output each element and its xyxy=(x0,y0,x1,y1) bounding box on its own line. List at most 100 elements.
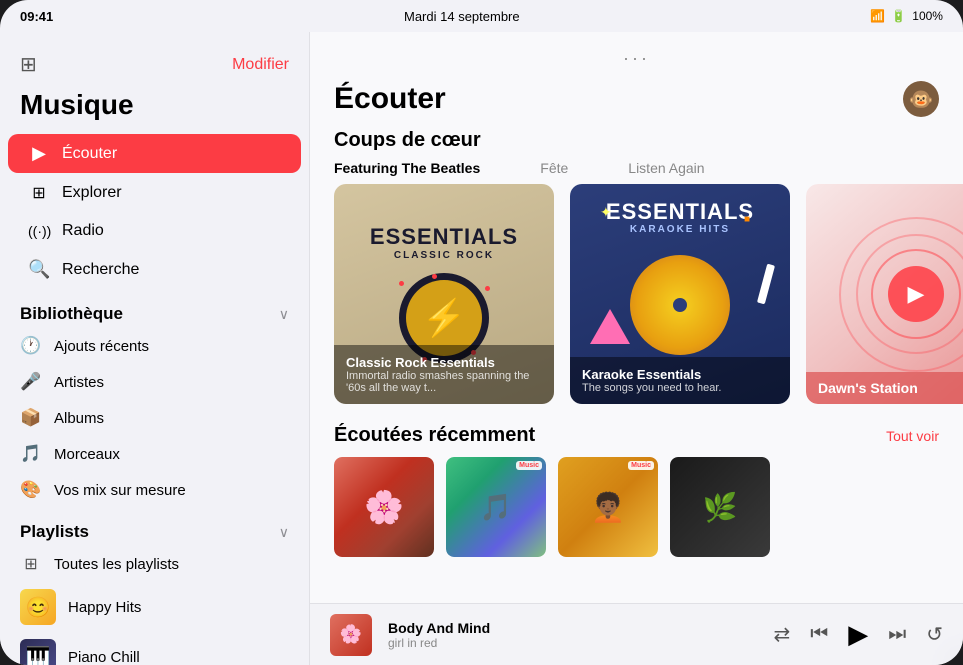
tab-listen-again[interactable]: Listen Again xyxy=(628,160,704,176)
sidebar-item-albums[interactable]: 📦 Albums xyxy=(0,400,309,436)
sidebar: ⊞ Modifier Musique ▶ Écouter ⊞ Explorer … xyxy=(0,32,310,665)
play-circle-icon: ▶ xyxy=(28,143,50,164)
search-icon: 🔍 xyxy=(28,259,50,280)
sidebar-item-recherche[interactable]: 🔍 Recherche xyxy=(8,250,301,289)
sidebar-item-morceaux[interactable]: 🎵 Morceaux xyxy=(0,436,309,472)
play-pause-button[interactable]: ▶ xyxy=(848,619,868,650)
apple-music-badge: Music xyxy=(516,461,542,470)
sidebar-item-explorer[interactable]: ⊞ Explorer xyxy=(8,174,301,212)
recent-card-2[interactable]: 🎵 Music xyxy=(446,457,546,557)
library-title: Bibliothèque xyxy=(20,304,123,324)
portrait-art: 🧑🏾‍🦱 xyxy=(591,491,626,524)
karaoke-inner-dot xyxy=(673,298,687,312)
playlists-section-header[interactable]: Playlists ∨ xyxy=(0,508,309,546)
confetti-1: ✦ xyxy=(600,204,612,221)
sidebar-item-artistes[interactable]: 🎤 Artistes xyxy=(0,364,309,400)
sidebar-label-explorer: Explorer xyxy=(62,184,122,202)
now-playing-bar: 🌸 Body And Mind girl in red ⇄ ⏮ ▶ ⏭ ↺ xyxy=(310,603,963,665)
recent-thumb-2: 🎵 Music xyxy=(446,457,546,557)
clock-icon: 🕐 xyxy=(20,336,42,356)
sidebar-label-ajouts: Ajouts récents xyxy=(54,338,149,355)
station-circles: ▶ xyxy=(836,214,963,374)
tab-fete[interactable]: Fête xyxy=(540,160,568,176)
karaoke-strip xyxy=(757,264,775,305)
see-all-recent-button[interactable]: Tout voir xyxy=(886,428,939,444)
library-chevron-icon: ∨ xyxy=(279,306,289,323)
sidebar-item-piano-chill[interactable]: 🎹 Piano Chill xyxy=(0,632,309,665)
dot-5 xyxy=(399,281,404,286)
apple-music-badge-2: Music xyxy=(628,461,654,470)
mic-icon: 🎤 xyxy=(20,372,42,392)
piano-chill-label: Piano Chill xyxy=(68,649,140,665)
featured-section: Coups de cœur Featuring The Beatles Fête… xyxy=(310,129,963,424)
essentials-text: ESSENTIALS CLASSIC ROCK xyxy=(370,225,518,260)
wifi-icon: 📶 xyxy=(870,9,885,23)
sidebar-item-ajouts[interactable]: 🕐 Ajouts récents xyxy=(0,328,309,364)
library-section-header[interactable]: Bibliothèque ∨ xyxy=(0,290,309,328)
karaoke-card-title: Karaoke Essentials xyxy=(582,367,778,382)
sidebar-item-radio[interactable]: ((·)) Radio xyxy=(8,213,301,249)
mix-icon: 🎨 xyxy=(20,480,42,500)
edit-button[interactable]: Modifier xyxy=(232,56,289,74)
featured-section-header: Coups de cœur xyxy=(310,129,963,160)
all-playlists-icon: ⊞ xyxy=(20,554,42,574)
more-options-icon[interactable]: ··· xyxy=(623,48,650,69)
throwback-art: 🎵 xyxy=(480,492,512,523)
recent-card-1[interactable]: 🌸 xyxy=(334,457,434,557)
station-label: Dawn's Station xyxy=(806,372,963,404)
recent-section: Écoutées récemment Tout voir 🌸 🎵 Music xyxy=(310,424,963,577)
station-play-button[interactable]: ▶ xyxy=(888,266,944,322)
now-playing-info: Body And Mind girl in red xyxy=(388,620,757,650)
pink-triangle xyxy=(590,309,630,344)
recent-thumb-1: 🌸 xyxy=(334,457,434,557)
app-body: ⊞ Modifier Musique ▶ Écouter ⊞ Explorer … xyxy=(0,32,963,665)
sidebar-item-mix[interactable]: 🎨 Vos mix sur mesure xyxy=(0,472,309,508)
happy-hits-thumb: 😊 xyxy=(20,589,56,625)
shuffle-button[interactable]: ⇄ xyxy=(773,622,790,647)
featured-title-group: Coups de cœur xyxy=(334,129,481,152)
recent-cards: 🌸 🎵 Music 🧑🏾‍🦱 Music xyxy=(334,457,939,557)
avatar[interactable]: 🐵 xyxy=(903,81,939,117)
tab-featuring-beatles[interactable]: Featuring The Beatles xyxy=(334,160,480,176)
playlists-chevron-icon: ∨ xyxy=(279,524,289,541)
note-icon: 🎵 xyxy=(20,444,42,464)
next-button[interactable]: ⏭ xyxy=(888,623,906,646)
status-bar: 09:41 Mardi 14 septembre 📶 🔋 100% xyxy=(0,0,963,32)
playlists-title: Playlists xyxy=(20,522,89,542)
confetti-2: ■ xyxy=(744,214,750,225)
station-name: Dawn's Station xyxy=(818,380,963,396)
featured-card-rock[interactable]: ESSENTIALS CLASSIC ROCK ⚡ xyxy=(334,184,554,404)
station-card-art: ▶ Dawn's Station xyxy=(806,184,963,404)
rock-card-title: Classic Rock Essentials xyxy=(346,355,542,370)
dot-2 xyxy=(485,286,490,291)
now-playing-controls: ⇄ ⏮ ▶ ⏭ ↺ xyxy=(773,619,943,650)
recent-card-3[interactable]: 🧑🏾‍🦱 Music xyxy=(558,457,658,557)
featured-card-karaoke[interactable]: ESSENTIALS KARAOKE HITS ✦ ■ xyxy=(570,184,790,404)
sidebar-item-happy-hits[interactable]: 😊 Happy Hits xyxy=(0,582,309,632)
rock-card-subtitle: Immortal radio smashes spanning the '60s… xyxy=(346,370,542,394)
recent-section-title: Écoutées récemment xyxy=(334,424,535,447)
sidebar-label-artistes: Artistes xyxy=(54,374,104,391)
sidebar-label-radio: Radio xyxy=(62,222,104,240)
page-title: Écouter xyxy=(334,82,446,116)
now-playing-artist: girl in red xyxy=(388,636,757,650)
repeat-button[interactable]: ↺ xyxy=(926,622,943,647)
album-icon: 📦 xyxy=(20,408,42,428)
sidebar-layout-icon[interactable]: ⊞ xyxy=(20,52,37,77)
prev-button[interactable]: ⏮ xyxy=(810,623,828,646)
dot-1 xyxy=(432,274,437,279)
featured-card-station[interactable]: ▶ Dawn's Station xyxy=(806,184,963,404)
battery-icon: 🔋 xyxy=(891,9,906,23)
featured-tabs: Featuring The Beatles Fête Listen Again xyxy=(310,160,963,184)
sidebar-label-all-playlists: Toutes les playlists xyxy=(54,556,179,573)
karaoke-card-subtitle: The songs you need to hear. xyxy=(582,382,778,394)
sidebar-item-all-playlists[interactable]: ⊞ Toutes les playlists xyxy=(0,546,309,582)
karaoke-card-overlay: Karaoke Essentials The songs you need to… xyxy=(570,357,790,404)
main-panel: ··· Écouter 🐵 Coups de cœur Featuring Th… xyxy=(310,32,963,665)
radio-icon: ((·)) xyxy=(28,223,50,239)
sidebar-item-ecouter[interactable]: ▶ Écouter xyxy=(8,134,301,173)
lightning-icon: ⚡ xyxy=(422,297,467,339)
sidebar-label-mix: Vos mix sur mesure xyxy=(54,482,186,499)
now-playing-thumb: 🌸 xyxy=(330,614,372,656)
recent-card-4[interactable]: 🌿 xyxy=(670,457,770,557)
